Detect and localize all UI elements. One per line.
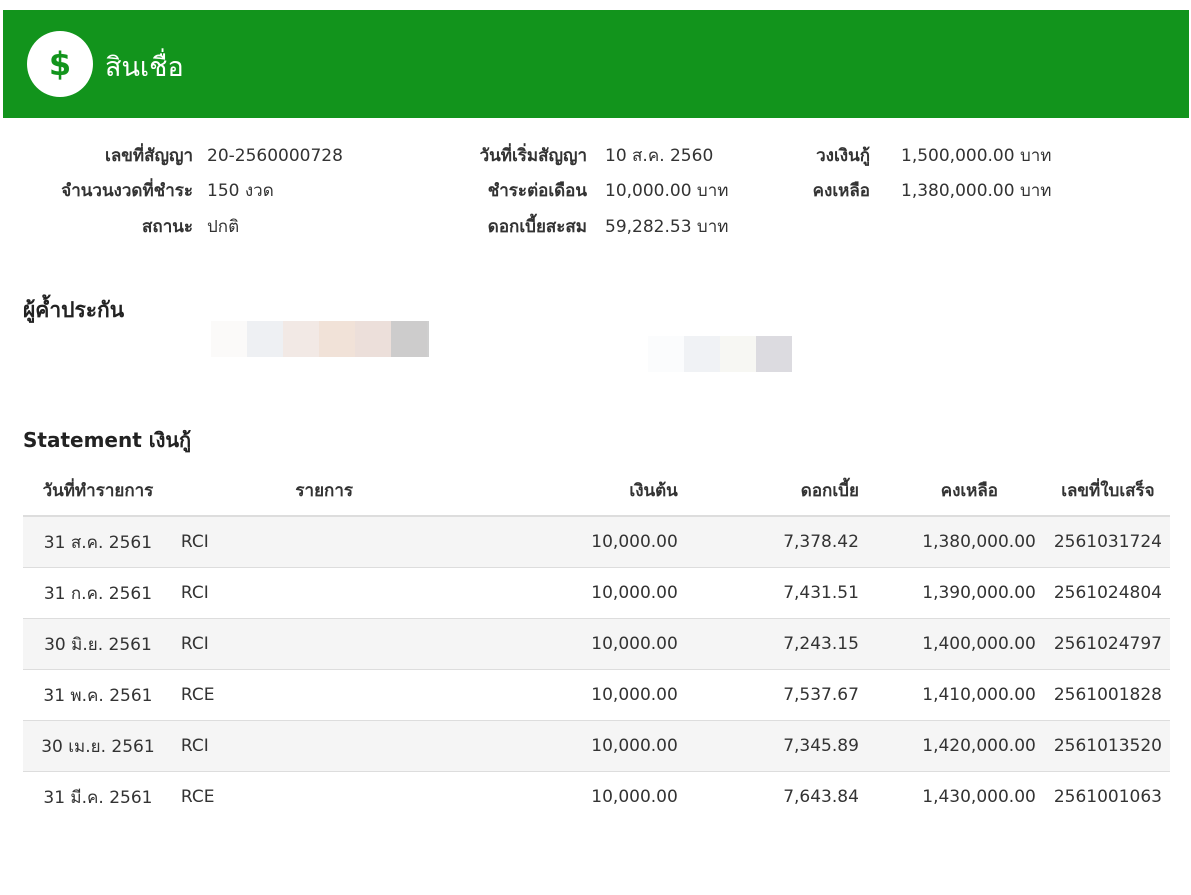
col-receipt: เลขที่ใบเสร็จ xyxy=(1045,465,1170,517)
row-balance: 1,390,000.00 xyxy=(892,567,1046,619)
row-receipt: 2561031724 xyxy=(1045,515,1170,568)
statement-header-row: วันที่ทำรายการ รายการ เงินต้น ดอกเบี้ย ค… xyxy=(23,465,1170,517)
table-row: 31 พ.ค. 2561 RCE 10,000.00 7,537.67 1,410,00… xyxy=(23,669,1170,721)
statement-table: วันที่ทำรายการ รายการ เงินต้น ดอกเบี้ย ค… xyxy=(23,465,1170,822)
monthly-payment-value: 10,000.00 บาท xyxy=(605,181,729,201)
row-interest: 7,537.67 xyxy=(727,669,893,721)
table-row: 30 มิ.ย. 2561 RCI 10,000.00 7,243.15 1,400,0… xyxy=(23,618,1170,670)
monthly-payment-row: ชำระต่อเดือน 10,000.00 บาท xyxy=(403,179,763,203)
accrued-interest-value: 59,282.53 บาท xyxy=(605,217,729,237)
row-balance: 1,420,000.00 xyxy=(892,720,1046,772)
contract-info: เลขที่สัญญา 20-2560000728 จำนวนงวดที่ชำร… xyxy=(3,118,1189,253)
table-row: 31 ก.ค. 2561 RCI 10,000.00 7,431.51 1,390,00… xyxy=(23,567,1170,619)
status-value: ปกติ xyxy=(207,217,240,237)
col-interest: ดอกเบี้ย xyxy=(727,465,893,517)
row-date: 31 มี.ค. 2561 xyxy=(23,771,173,822)
row-interest: 7,643.84 xyxy=(727,771,893,822)
row-balance: 1,430,000.00 xyxy=(892,771,1046,822)
row-principal: 10,000.00 xyxy=(475,515,728,568)
row-receipt: 2561013520 xyxy=(1045,720,1170,772)
statement-rows: 31 ส.ค. 2561 RCI 10,000.00 7,378.42 1,380,00… xyxy=(23,515,1170,822)
guarantor-redacted-2 xyxy=(648,336,792,372)
status-label: สถานะ xyxy=(142,217,193,237)
installments-row: จำนวนงวดที่ชำระ 150 งวด xyxy=(3,179,363,203)
row-interest: 7,243.15 xyxy=(727,618,893,670)
col-balance: คงเหลือ xyxy=(892,465,1046,517)
contract-number-label: เลขที่สัญญา xyxy=(105,146,193,166)
row-date: 30 มิ.ย. 2561 xyxy=(23,618,173,670)
statement-title: Statement เงินกู้ xyxy=(23,428,192,452)
start-date-row: วันที่เริ่มสัญญา 10 ส.ค. 2560 xyxy=(403,144,763,168)
accrued-interest-row: ดอกเบี้ยสะสม 59,282.53 บาท xyxy=(403,215,763,239)
guarantor-title: ผู้ค้ำประกัน xyxy=(23,298,125,322)
row-date: 31 ส.ค. 2561 xyxy=(23,515,173,568)
row-receipt: 2561024797 xyxy=(1045,618,1170,670)
accrued-interest-label: ดอกเบี้ยสะสม xyxy=(487,217,587,237)
loan-limit-row: วงเงินกู้ 1,500,000.00 บาท xyxy=(783,144,1163,168)
row-interest: 7,431.51 xyxy=(727,567,893,619)
loan-limit-value: 1,500,000.00 บาท xyxy=(901,146,1052,166)
monthly-payment-label: ชำระต่อเดือน xyxy=(487,181,587,201)
row-receipt: 2561001063 xyxy=(1045,771,1170,822)
col-principal: เงินต้น xyxy=(475,465,728,517)
contract-number-value: 20-2560000728 xyxy=(207,146,343,166)
col-description: รายการ xyxy=(172,465,476,517)
table-row: 31 มี.ค. 2561 RCE 10,000.00 7,643.84 1,430,0… xyxy=(23,771,1170,822)
row-date: 31 พ.ค. 2561 xyxy=(23,669,173,721)
balance-label: คงเหลือ xyxy=(812,181,870,201)
col-date: วันที่ทำรายการ xyxy=(23,465,173,517)
row-description: RCI xyxy=(172,618,476,670)
start-date-label: วันที่เริ่มสัญญา xyxy=(479,146,587,166)
row-description: RCI xyxy=(172,515,476,568)
page-title: สินเชื่อ xyxy=(105,51,184,83)
row-receipt: 2561024804 xyxy=(1045,567,1170,619)
balance-row: คงเหลือ 1,380,000.00 บาท xyxy=(783,179,1163,203)
start-date-value: 10 ส.ค. 2560 xyxy=(605,146,714,166)
row-principal: 10,000.00 xyxy=(475,669,728,721)
card-header: $ สินเชื่อ xyxy=(3,10,1189,118)
row-description: RCE xyxy=(172,669,476,721)
loan-limit-label: วงเงินกู้ xyxy=(816,146,870,166)
guarantor-redacted-1 xyxy=(211,321,429,357)
row-receipt: 2561001828 xyxy=(1045,669,1170,721)
row-description: RCE xyxy=(172,771,476,822)
row-balance: 1,400,000.00 xyxy=(892,618,1046,670)
row-interest: 7,378.42 xyxy=(727,515,893,568)
status-row: สถานะ ปกติ xyxy=(3,215,363,239)
row-description: RCI xyxy=(172,720,476,772)
row-balance: 1,410,000.00 xyxy=(892,669,1046,721)
dollar-icon: $ xyxy=(27,31,93,97)
balance-value: 1,380,000.00 บาท xyxy=(901,181,1052,201)
row-balance: 1,380,000.00 xyxy=(892,515,1046,568)
contract-number-row: เลขที่สัญญา 20-2560000728 xyxy=(3,144,363,168)
row-date: 31 ก.ค. 2561 xyxy=(23,567,173,619)
row-principal: 10,000.00 xyxy=(475,720,728,772)
installments-label: จำนวนงวดที่ชำระ xyxy=(61,181,193,201)
row-principal: 10,000.00 xyxy=(475,567,728,619)
svg-text:$: $ xyxy=(49,45,71,83)
table-row: 30 เม.ย. 2561 RCI 10,000.00 7,345.89 1,420,0… xyxy=(23,720,1170,772)
row-principal: 10,000.00 xyxy=(475,618,728,670)
row-date: 30 เม.ย. 2561 xyxy=(23,720,173,772)
row-principal: 10,000.00 xyxy=(475,771,728,822)
installments-value: 150 งวด xyxy=(207,181,274,201)
row-interest: 7,345.89 xyxy=(727,720,893,772)
table-row: 31 ส.ค. 2561 RCI 10,000.00 7,378.42 1,380,00… xyxy=(23,515,1170,568)
loan-card: $ สินเชื่อ เลขที่สัญญา 20-2560000728 จำน… xyxy=(3,10,1189,895)
row-description: RCI xyxy=(172,567,476,619)
